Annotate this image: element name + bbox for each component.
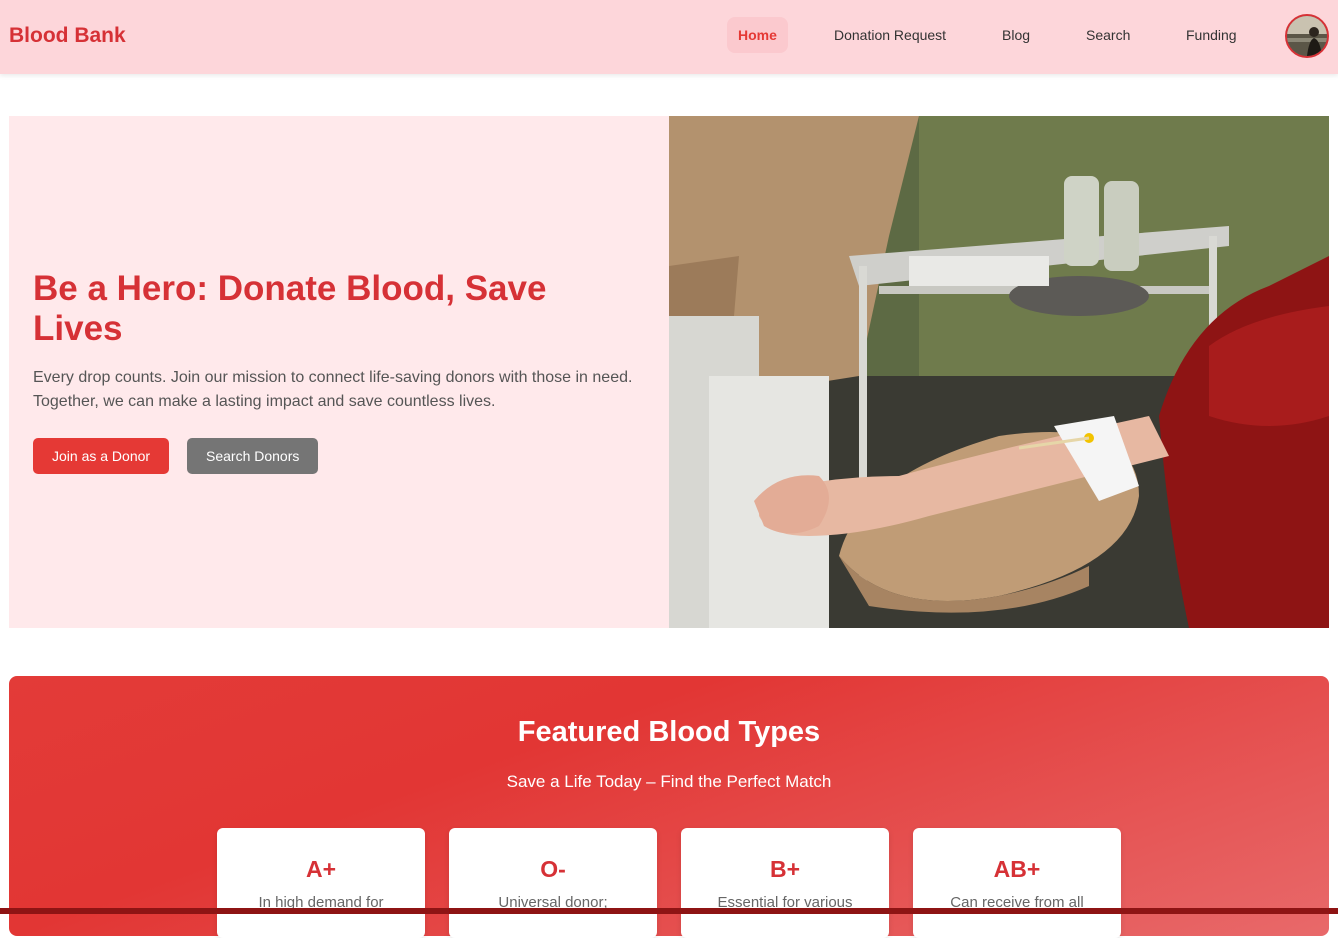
bottom-border <box>0 908 1338 914</box>
blood-donation-photo <box>669 116 1329 628</box>
avatar-image <box>1287 16 1327 56</box>
nav-donation-request[interactable]: Donation Request <box>823 17 957 53</box>
brand-logo[interactable]: Blood Bank <box>9 24 126 48</box>
blood-type-label: AB+ <box>993 856 1041 882</box>
blood-type-card[interactable]: O- Universal donor; <box>449 828 657 938</box>
featured-blood-types: Featured Blood Types Save a Life Today –… <box>9 676 1329 938</box>
hero-description: Every drop counts. Join our mission to c… <box>33 369 633 410</box>
blood-type-label: A+ <box>305 856 337 882</box>
featured-title: Featured Blood Types <box>517 716 821 748</box>
nav-search[interactable]: Search <box>1075 17 1141 53</box>
blood-type-card[interactable]: AB+ Can receive from all <box>913 828 1121 938</box>
blood-type-label: O- <box>540 856 566 882</box>
search-donors-button[interactable]: Search Donors <box>187 438 319 474</box>
user-avatar[interactable] <box>1285 14 1329 58</box>
blood-type-card[interactable]: B+ Essential for various <box>681 828 889 938</box>
featured-subtitle: Save a Life Today – Find the Perfect Mat… <box>506 772 832 791</box>
join-donor-button[interactable]: Join as a Donor <box>33 438 170 474</box>
blood-type-card[interactable]: A+ In high demand for <box>217 828 425 938</box>
nav-blog[interactable]: Blog <box>991 17 1041 53</box>
hero-title: Be a Hero: Donate Blood, Save Lives <box>33 269 547 348</box>
nav-funding[interactable]: Funding <box>1175 17 1248 53</box>
nav-home[interactable]: Home <box>727 17 788 53</box>
hero-content: Be a Hero: Donate Blood, Save Lives Ever… <box>9 116 669 628</box>
hero-section: Be a Hero: Donate Blood, Save Lives Ever… <box>9 116 1329 628</box>
hero-image <box>669 116 1329 628</box>
blood-type-label: B+ <box>769 856 801 882</box>
navbar: Blood Bank Home Donation Request Blog Se… <box>0 0 1338 74</box>
